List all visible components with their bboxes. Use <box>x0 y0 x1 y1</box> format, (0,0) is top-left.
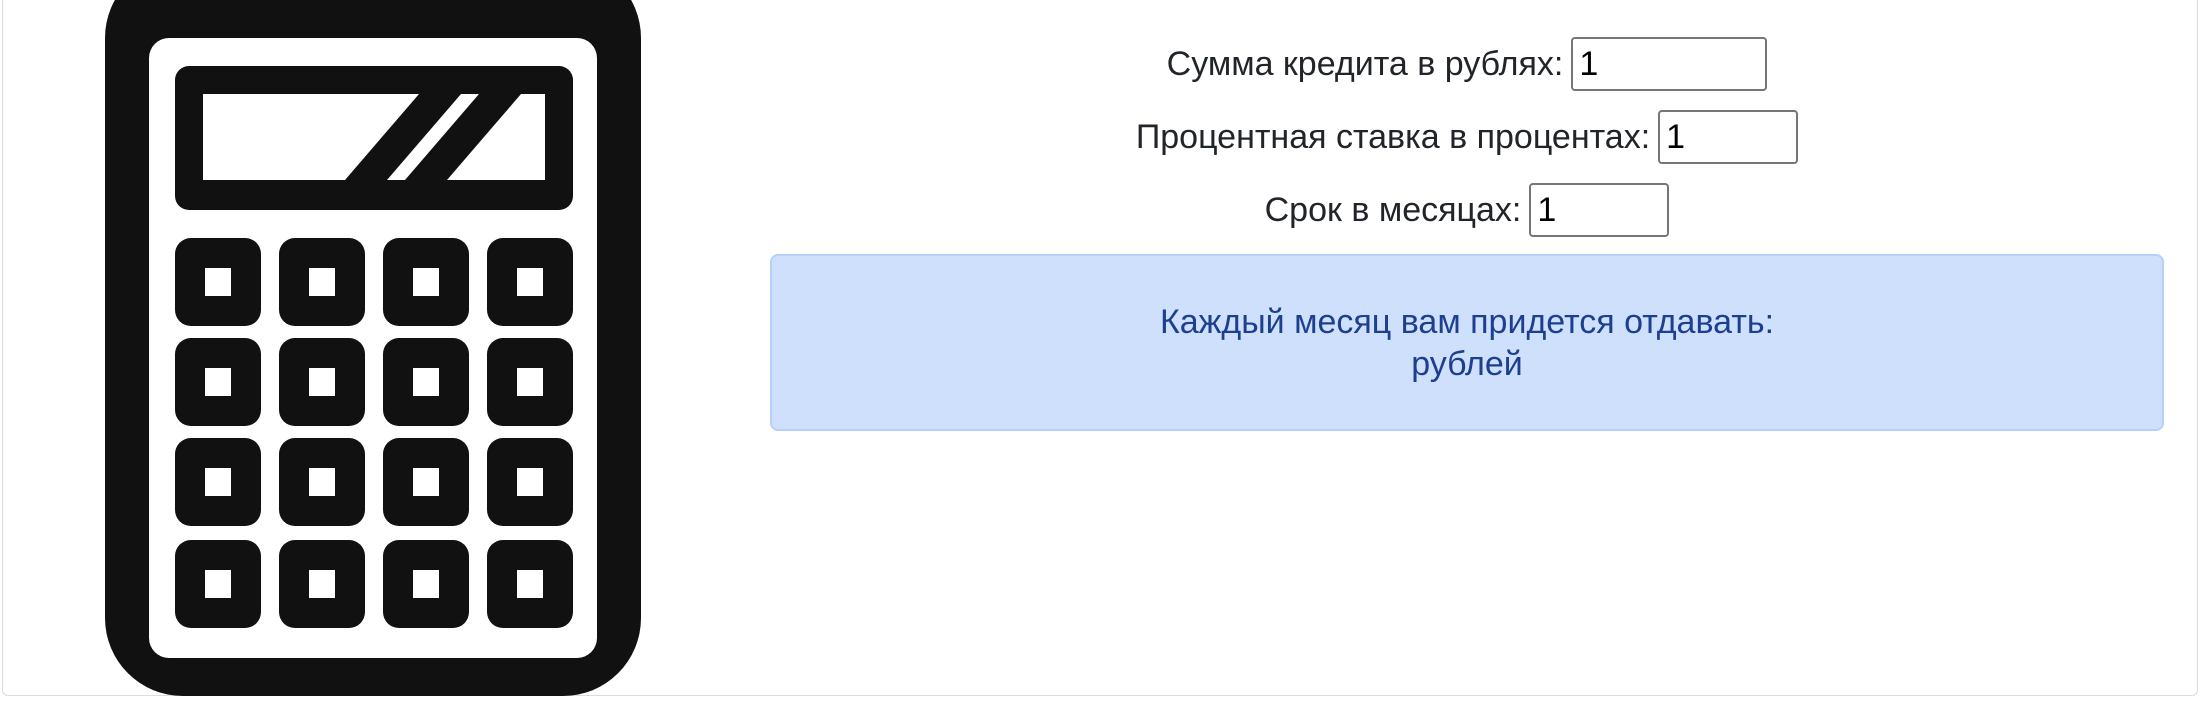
loan-sum-label: Сумма кредита в рублях: <box>1166 45 1564 83</box>
loan-term-input[interactable] <box>1529 183 1670 237</box>
loan-term-row: Срок в месяцах: <box>770 182 2164 238</box>
monthly-payment-alert: Каждый месяц вам придется отдавать: рубл… <box>770 254 2164 431</box>
loan-term-label: Срок в месяцах: <box>1264 191 1522 229</box>
interest-rate-input[interactable] <box>1658 110 1799 164</box>
monthly-payment-line: рублей <box>772 343 2162 385</box>
loan-sum-input[interactable] <box>1571 37 1768 91</box>
interest-rate-row: Процентная ставка в процентах: <box>770 109 2164 165</box>
loan-sum-row: Сумма кредита в рублях: <box>770 36 2164 92</box>
monthly-payment-unit: рублей <box>1411 344 1523 383</box>
interest-rate-label: Процентная ставка в процентах: <box>1135 118 1651 156</box>
calculator-icon <box>105 0 641 696</box>
monthly-payment-title: Каждый месяц вам придется отдавать: <box>1159 302 1775 341</box>
